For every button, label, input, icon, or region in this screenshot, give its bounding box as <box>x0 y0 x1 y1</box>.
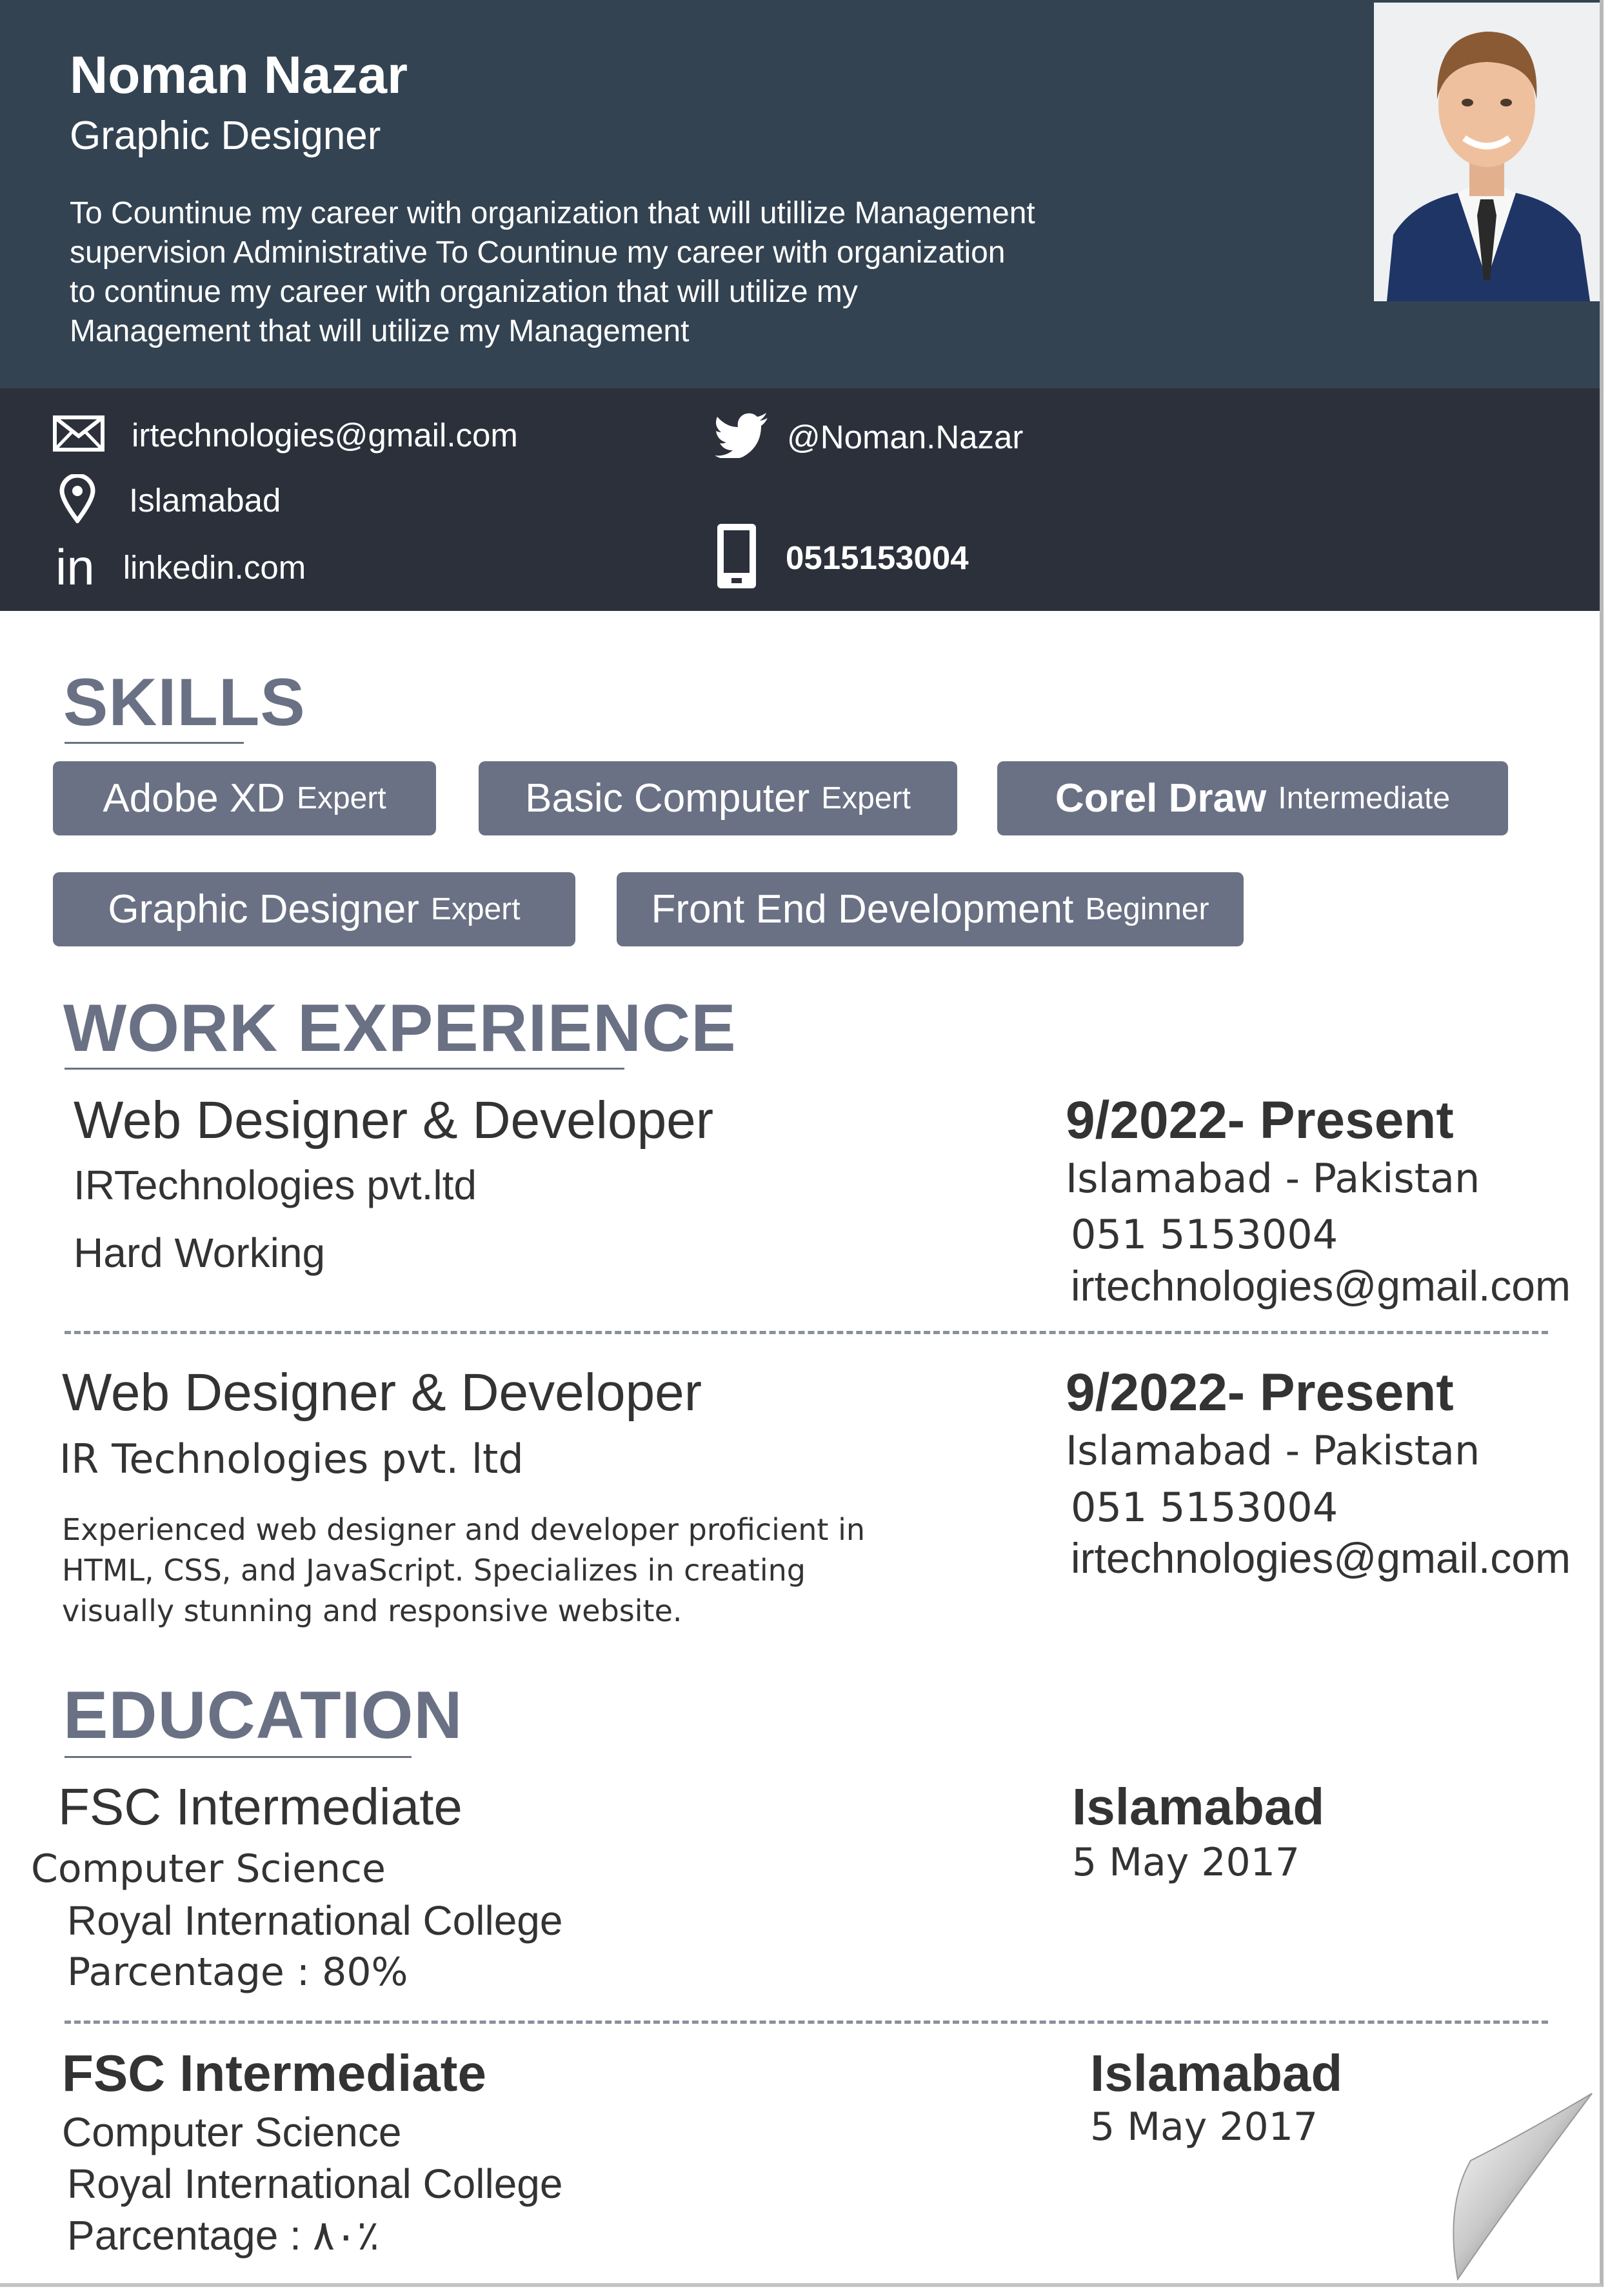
skill-name: Front End Development <box>651 887 1074 932</box>
contact-twitter[interactable]: @Noman.Nazar <box>715 413 1023 461</box>
job-phone: 051 5153004 <box>1071 1484 1338 1531</box>
job-description: Experienced web designer and developer p… <box>62 1510 865 1632</box>
degree-name: FSC Intermediate <box>62 2044 486 2102</box>
grade-percentage: Parcentage : ٨٠٪ <box>67 2212 379 2259</box>
skill-badge: Graphic Designer Expert <box>53 872 575 946</box>
education-date: 5 May 2017 <box>1072 1840 1300 1885</box>
skill-level: Beginner <box>1085 892 1209 926</box>
job-location: Islamabad - Pakistan <box>1066 1427 1480 1474</box>
skill-name: Adobe XD <box>103 776 285 821</box>
mobile-phone-icon <box>716 523 757 593</box>
company-name: IRTechnologies pvt.ltd <box>74 1162 477 1208</box>
education-date: 5 May 2017 <box>1090 2104 1318 2150</box>
twitter-handle: @Noman.Nazar <box>787 419 1024 455</box>
field-of-study: Computer Science <box>62 2109 402 2155</box>
skill-name: Corel Draw <box>1055 776 1267 821</box>
candidate-title: Graphic Designer <box>70 114 381 158</box>
candidate-name: Noman Nazar <box>70 46 408 105</box>
skills-heading-underline <box>65 742 244 744</box>
description-line: Experienced web designer and developer p… <box>62 1512 866 1547</box>
contact-linkedin[interactable]: in linkedin.com <box>55 542 306 592</box>
skill-badge: Front End Development Beginner <box>617 872 1244 946</box>
linkedin-text: linkedin.com <box>123 548 306 586</box>
skill-name: Graphic Designer <box>108 887 419 932</box>
skills-heading: SKILLS <box>63 665 306 740</box>
degree-name: FSC Intermediate <box>58 1778 462 1835</box>
linkedin-icon: in <box>55 539 95 595</box>
contact-email[interactable]: irtechnologies@gmail.com <box>53 415 518 455</box>
school-name: Royal International College <box>67 1897 563 1944</box>
twitter-icon <box>715 413 769 461</box>
education-heading: EDUCATION <box>63 1678 463 1753</box>
portrait-illustration <box>1374 3 1600 301</box>
skill-badge: Corel Draw Intermediate <box>997 761 1508 835</box>
experience-heading-underline <box>65 1068 624 1070</box>
job-role: Web Designer & Developer <box>74 1091 714 1150</box>
grade-percentage: Parcentage : 80% <box>67 1950 408 1995</box>
job-email: irtechnologies@gmail.com <box>1071 1534 1571 1582</box>
education-heading-underline <box>65 1756 412 1758</box>
job-phone: 051 5153004 <box>1071 1211 1338 1258</box>
description-line: visually stunning and responsive website… <box>62 1593 682 1628</box>
contact-phone[interactable]: 0515153004 <box>716 523 969 593</box>
location-text: Islamabad <box>129 482 281 519</box>
job-email: irtechnologies@gmail.com <box>1071 1262 1571 1310</box>
skill-level: Expert <box>821 781 911 815</box>
skill-badge: Adobe XD Expert <box>53 761 436 835</box>
section-divider <box>65 2021 1548 2024</box>
contact-location: Islamabad <box>59 473 281 526</box>
job-location: Islamabad - Pakistan <box>1066 1155 1480 1202</box>
education-city: Islamabad <box>1090 2044 1343 2102</box>
job-role: Web Designer & Developer <box>62 1363 702 1422</box>
location-pin-icon <box>59 473 95 526</box>
job-dates: 9/2022- Present <box>1066 1363 1454 1422</box>
skill-level: Intermediate <box>1278 781 1451 815</box>
job-description: Hard Working <box>74 1230 326 1276</box>
job-dates: 9/2022- Present <box>1066 1091 1454 1150</box>
skill-name: Basic Computer <box>525 776 810 821</box>
phone-text: 0515153004 <box>786 539 969 576</box>
resume-header: Noman Nazar Graphic Designer To Countinu… <box>0 0 1600 388</box>
skill-level: Expert <box>430 892 521 926</box>
section-divider <box>65 1331 1548 1334</box>
skill-level: Expert <box>296 781 386 815</box>
profile-photo <box>1374 3 1600 301</box>
email-text: irtechnologies@gmail.com <box>132 417 518 454</box>
resume-page: Noman Nazar Graphic Designer To Countinu… <box>0 0 1604 2287</box>
career-summary: To Countinue my career with organization… <box>70 196 1035 348</box>
contact-bar: irtechnologies@gmail.com Islamabad in li… <box>0 388 1600 611</box>
skill-badge: Basic Computer Expert <box>479 761 957 835</box>
company-name: IR Technologies pvt. ltd <box>59 1435 524 1482</box>
page-curl-icon <box>1406 2090 1600 2283</box>
mail-icon <box>53 415 104 455</box>
education-city: Islamabad <box>1072 1778 1325 1835</box>
description-line: HTML, CSS, and JavaScript. Specializes i… <box>62 1553 806 1588</box>
field-of-study: Computer Science <box>31 1846 386 1892</box>
school-name: Royal International College <box>67 2161 563 2207</box>
work-experience-heading: WORK EXPERIENCE <box>63 991 737 1066</box>
